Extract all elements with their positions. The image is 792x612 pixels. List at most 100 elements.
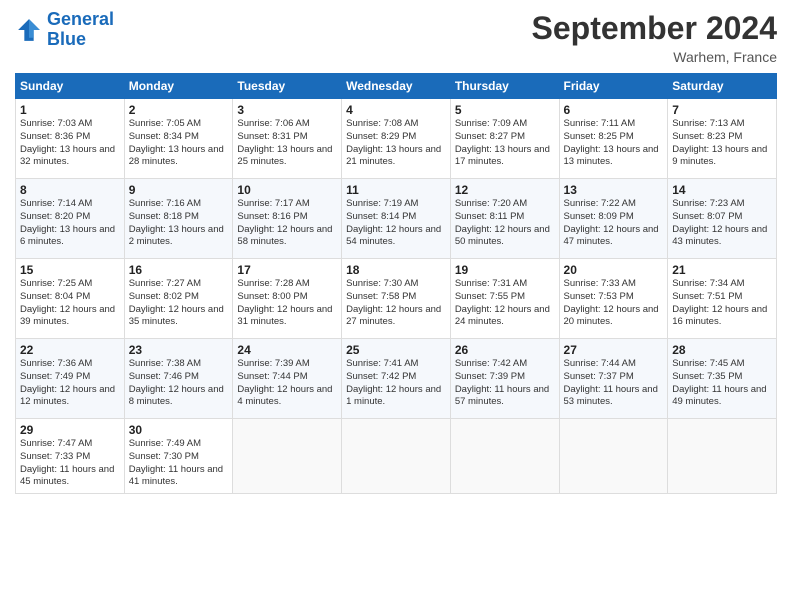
day-number: 30 xyxy=(129,423,229,437)
header-sunday: Sunday xyxy=(16,74,125,99)
logo-text: General Blue xyxy=(47,10,114,50)
day-detail: Sunrise: 7:17 AMSunset: 8:16 PMDaylight:… xyxy=(237,198,332,247)
header-friday: Friday xyxy=(559,74,668,99)
day-number: 25 xyxy=(346,343,446,357)
table-row: 12 Sunrise: 7:20 AMSunset: 8:11 PMDaylig… xyxy=(450,179,559,259)
day-detail: Sunrise: 7:31 AMSunset: 7:55 PMDaylight:… xyxy=(455,278,550,327)
table-row: 14 Sunrise: 7:23 AMSunset: 8:07 PMDaylig… xyxy=(668,179,777,259)
day-number: 4 xyxy=(346,103,446,117)
day-detail: Sunrise: 7:38 AMSunset: 7:46 PMDaylight:… xyxy=(129,358,224,407)
day-detail: Sunrise: 7:49 AMSunset: 7:30 PMDaylight:… xyxy=(129,438,223,487)
header-row: Sunday Monday Tuesday Wednesday Thursday… xyxy=(16,74,777,99)
table-row: 2 Sunrise: 7:05 AMSunset: 8:34 PMDayligh… xyxy=(124,99,233,179)
logo-line1: General xyxy=(47,9,114,29)
header-wednesday: Wednesday xyxy=(342,74,451,99)
table-row: 19 Sunrise: 7:31 AMSunset: 7:55 PMDaylig… xyxy=(450,259,559,339)
table-row: 23 Sunrise: 7:38 AMSunset: 7:46 PMDaylig… xyxy=(124,339,233,419)
page: General Blue September 2024 Warhem, Fran… xyxy=(0,0,792,612)
table-row: 1 Sunrise: 7:03 AMSunset: 8:36 PMDayligh… xyxy=(16,99,125,179)
day-number: 8 xyxy=(20,183,120,197)
day-detail: Sunrise: 7:05 AMSunset: 8:34 PMDaylight:… xyxy=(129,118,224,167)
day-number: 21 xyxy=(672,263,772,277)
day-number: 1 xyxy=(20,103,120,117)
day-number: 24 xyxy=(237,343,337,357)
day-number: 3 xyxy=(237,103,337,117)
day-detail: Sunrise: 7:28 AMSunset: 8:00 PMDaylight:… xyxy=(237,278,332,327)
day-detail: Sunrise: 7:27 AMSunset: 8:02 PMDaylight:… xyxy=(129,278,224,327)
day-number: 5 xyxy=(455,103,555,117)
day-number: 6 xyxy=(564,103,664,117)
day-detail: Sunrise: 7:09 AMSunset: 8:27 PMDaylight:… xyxy=(455,118,550,167)
day-number: 13 xyxy=(564,183,664,197)
table-row: 6 Sunrise: 7:11 AMSunset: 8:25 PMDayligh… xyxy=(559,99,668,179)
day-number: 18 xyxy=(346,263,446,277)
week-row-2: 8 Sunrise: 7:14 AMSunset: 8:20 PMDayligh… xyxy=(16,179,777,259)
table-row: 30 Sunrise: 7:49 AMSunset: 7:30 PMDaylig… xyxy=(124,419,233,494)
day-number: 12 xyxy=(455,183,555,197)
day-number: 9 xyxy=(129,183,229,197)
table-row: 16 Sunrise: 7:27 AMSunset: 8:02 PMDaylig… xyxy=(124,259,233,339)
day-number: 19 xyxy=(455,263,555,277)
day-detail: Sunrise: 7:30 AMSunset: 7:58 PMDaylight:… xyxy=(346,278,441,327)
table-row xyxy=(450,419,559,494)
day-number: 14 xyxy=(672,183,772,197)
day-number: 28 xyxy=(672,343,772,357)
header-thursday: Thursday xyxy=(450,74,559,99)
table-row: 5 Sunrise: 7:09 AMSunset: 8:27 PMDayligh… xyxy=(450,99,559,179)
logo-line2: Blue xyxy=(47,29,86,49)
table-row: 13 Sunrise: 7:22 AMSunset: 8:09 PMDaylig… xyxy=(559,179,668,259)
table-row: 21 Sunrise: 7:34 AMSunset: 7:51 PMDaylig… xyxy=(668,259,777,339)
table-row: 10 Sunrise: 7:17 AMSunset: 8:16 PMDaylig… xyxy=(233,179,342,259)
day-number: 17 xyxy=(237,263,337,277)
week-row-1: 1 Sunrise: 7:03 AMSunset: 8:36 PMDayligh… xyxy=(16,99,777,179)
day-detail: Sunrise: 7:34 AMSunset: 7:51 PMDaylight:… xyxy=(672,278,767,327)
day-detail: Sunrise: 7:47 AMSunset: 7:33 PMDaylight:… xyxy=(20,438,114,487)
day-number: 16 xyxy=(129,263,229,277)
table-row: 7 Sunrise: 7:13 AMSunset: 8:23 PMDayligh… xyxy=(668,99,777,179)
day-detail: Sunrise: 7:08 AMSunset: 8:29 PMDaylight:… xyxy=(346,118,441,167)
month-title: September 2024 xyxy=(532,10,777,47)
title-block: September 2024 Warhem, France xyxy=(532,10,777,65)
table-row xyxy=(233,419,342,494)
table-row: 18 Sunrise: 7:30 AMSunset: 7:58 PMDaylig… xyxy=(342,259,451,339)
day-detail: Sunrise: 7:33 AMSunset: 7:53 PMDaylight:… xyxy=(564,278,659,327)
table-row: 20 Sunrise: 7:33 AMSunset: 7:53 PMDaylig… xyxy=(559,259,668,339)
day-number: 15 xyxy=(20,263,120,277)
day-number: 11 xyxy=(346,183,446,197)
table-row xyxy=(559,419,668,494)
header-monday: Monday xyxy=(124,74,233,99)
table-row: 4 Sunrise: 7:08 AMSunset: 8:29 PMDayligh… xyxy=(342,99,451,179)
logo-icon xyxy=(15,16,43,44)
day-detail: Sunrise: 7:06 AMSunset: 8:31 PMDaylight:… xyxy=(237,118,332,167)
day-number: 22 xyxy=(20,343,120,357)
day-detail: Sunrise: 7:45 AMSunset: 7:35 PMDaylight:… xyxy=(672,358,766,407)
day-number: 20 xyxy=(564,263,664,277)
table-row: 17 Sunrise: 7:28 AMSunset: 8:00 PMDaylig… xyxy=(233,259,342,339)
header-saturday: Saturday xyxy=(668,74,777,99)
week-row-3: 15 Sunrise: 7:25 AMSunset: 8:04 PMDaylig… xyxy=(16,259,777,339)
day-number: 2 xyxy=(129,103,229,117)
day-detail: Sunrise: 7:39 AMSunset: 7:44 PMDaylight:… xyxy=(237,358,332,407)
table-row: 8 Sunrise: 7:14 AMSunset: 8:20 PMDayligh… xyxy=(16,179,125,259)
week-row-5: 29 Sunrise: 7:47 AMSunset: 7:33 PMDaylig… xyxy=(16,419,777,494)
day-number: 29 xyxy=(20,423,120,437)
day-detail: Sunrise: 7:11 AMSunset: 8:25 PMDaylight:… xyxy=(564,118,659,167)
table-row: 15 Sunrise: 7:25 AMSunset: 8:04 PMDaylig… xyxy=(16,259,125,339)
day-detail: Sunrise: 7:03 AMSunset: 8:36 PMDaylight:… xyxy=(20,118,115,167)
day-detail: Sunrise: 7:36 AMSunset: 7:49 PMDaylight:… xyxy=(20,358,115,407)
table-row: 11 Sunrise: 7:19 AMSunset: 8:14 PMDaylig… xyxy=(342,179,451,259)
day-number: 27 xyxy=(564,343,664,357)
table-row: 26 Sunrise: 7:42 AMSunset: 7:39 PMDaylig… xyxy=(450,339,559,419)
table-row: 3 Sunrise: 7:06 AMSunset: 8:31 PMDayligh… xyxy=(233,99,342,179)
day-detail: Sunrise: 7:13 AMSunset: 8:23 PMDaylight:… xyxy=(672,118,767,167)
day-detail: Sunrise: 7:41 AMSunset: 7:42 PMDaylight:… xyxy=(346,358,441,407)
table-row xyxy=(342,419,451,494)
day-detail: Sunrise: 7:42 AMSunset: 7:39 PMDaylight:… xyxy=(455,358,549,407)
day-detail: Sunrise: 7:16 AMSunset: 8:18 PMDaylight:… xyxy=(129,198,224,247)
table-row: 22 Sunrise: 7:36 AMSunset: 7:49 PMDaylig… xyxy=(16,339,125,419)
table-row xyxy=(668,419,777,494)
calendar-table: Sunday Monday Tuesday Wednesday Thursday… xyxy=(15,73,777,494)
logo: General Blue xyxy=(15,10,114,50)
day-detail: Sunrise: 7:23 AMSunset: 8:07 PMDaylight:… xyxy=(672,198,767,247)
week-row-4: 22 Sunrise: 7:36 AMSunset: 7:49 PMDaylig… xyxy=(16,339,777,419)
